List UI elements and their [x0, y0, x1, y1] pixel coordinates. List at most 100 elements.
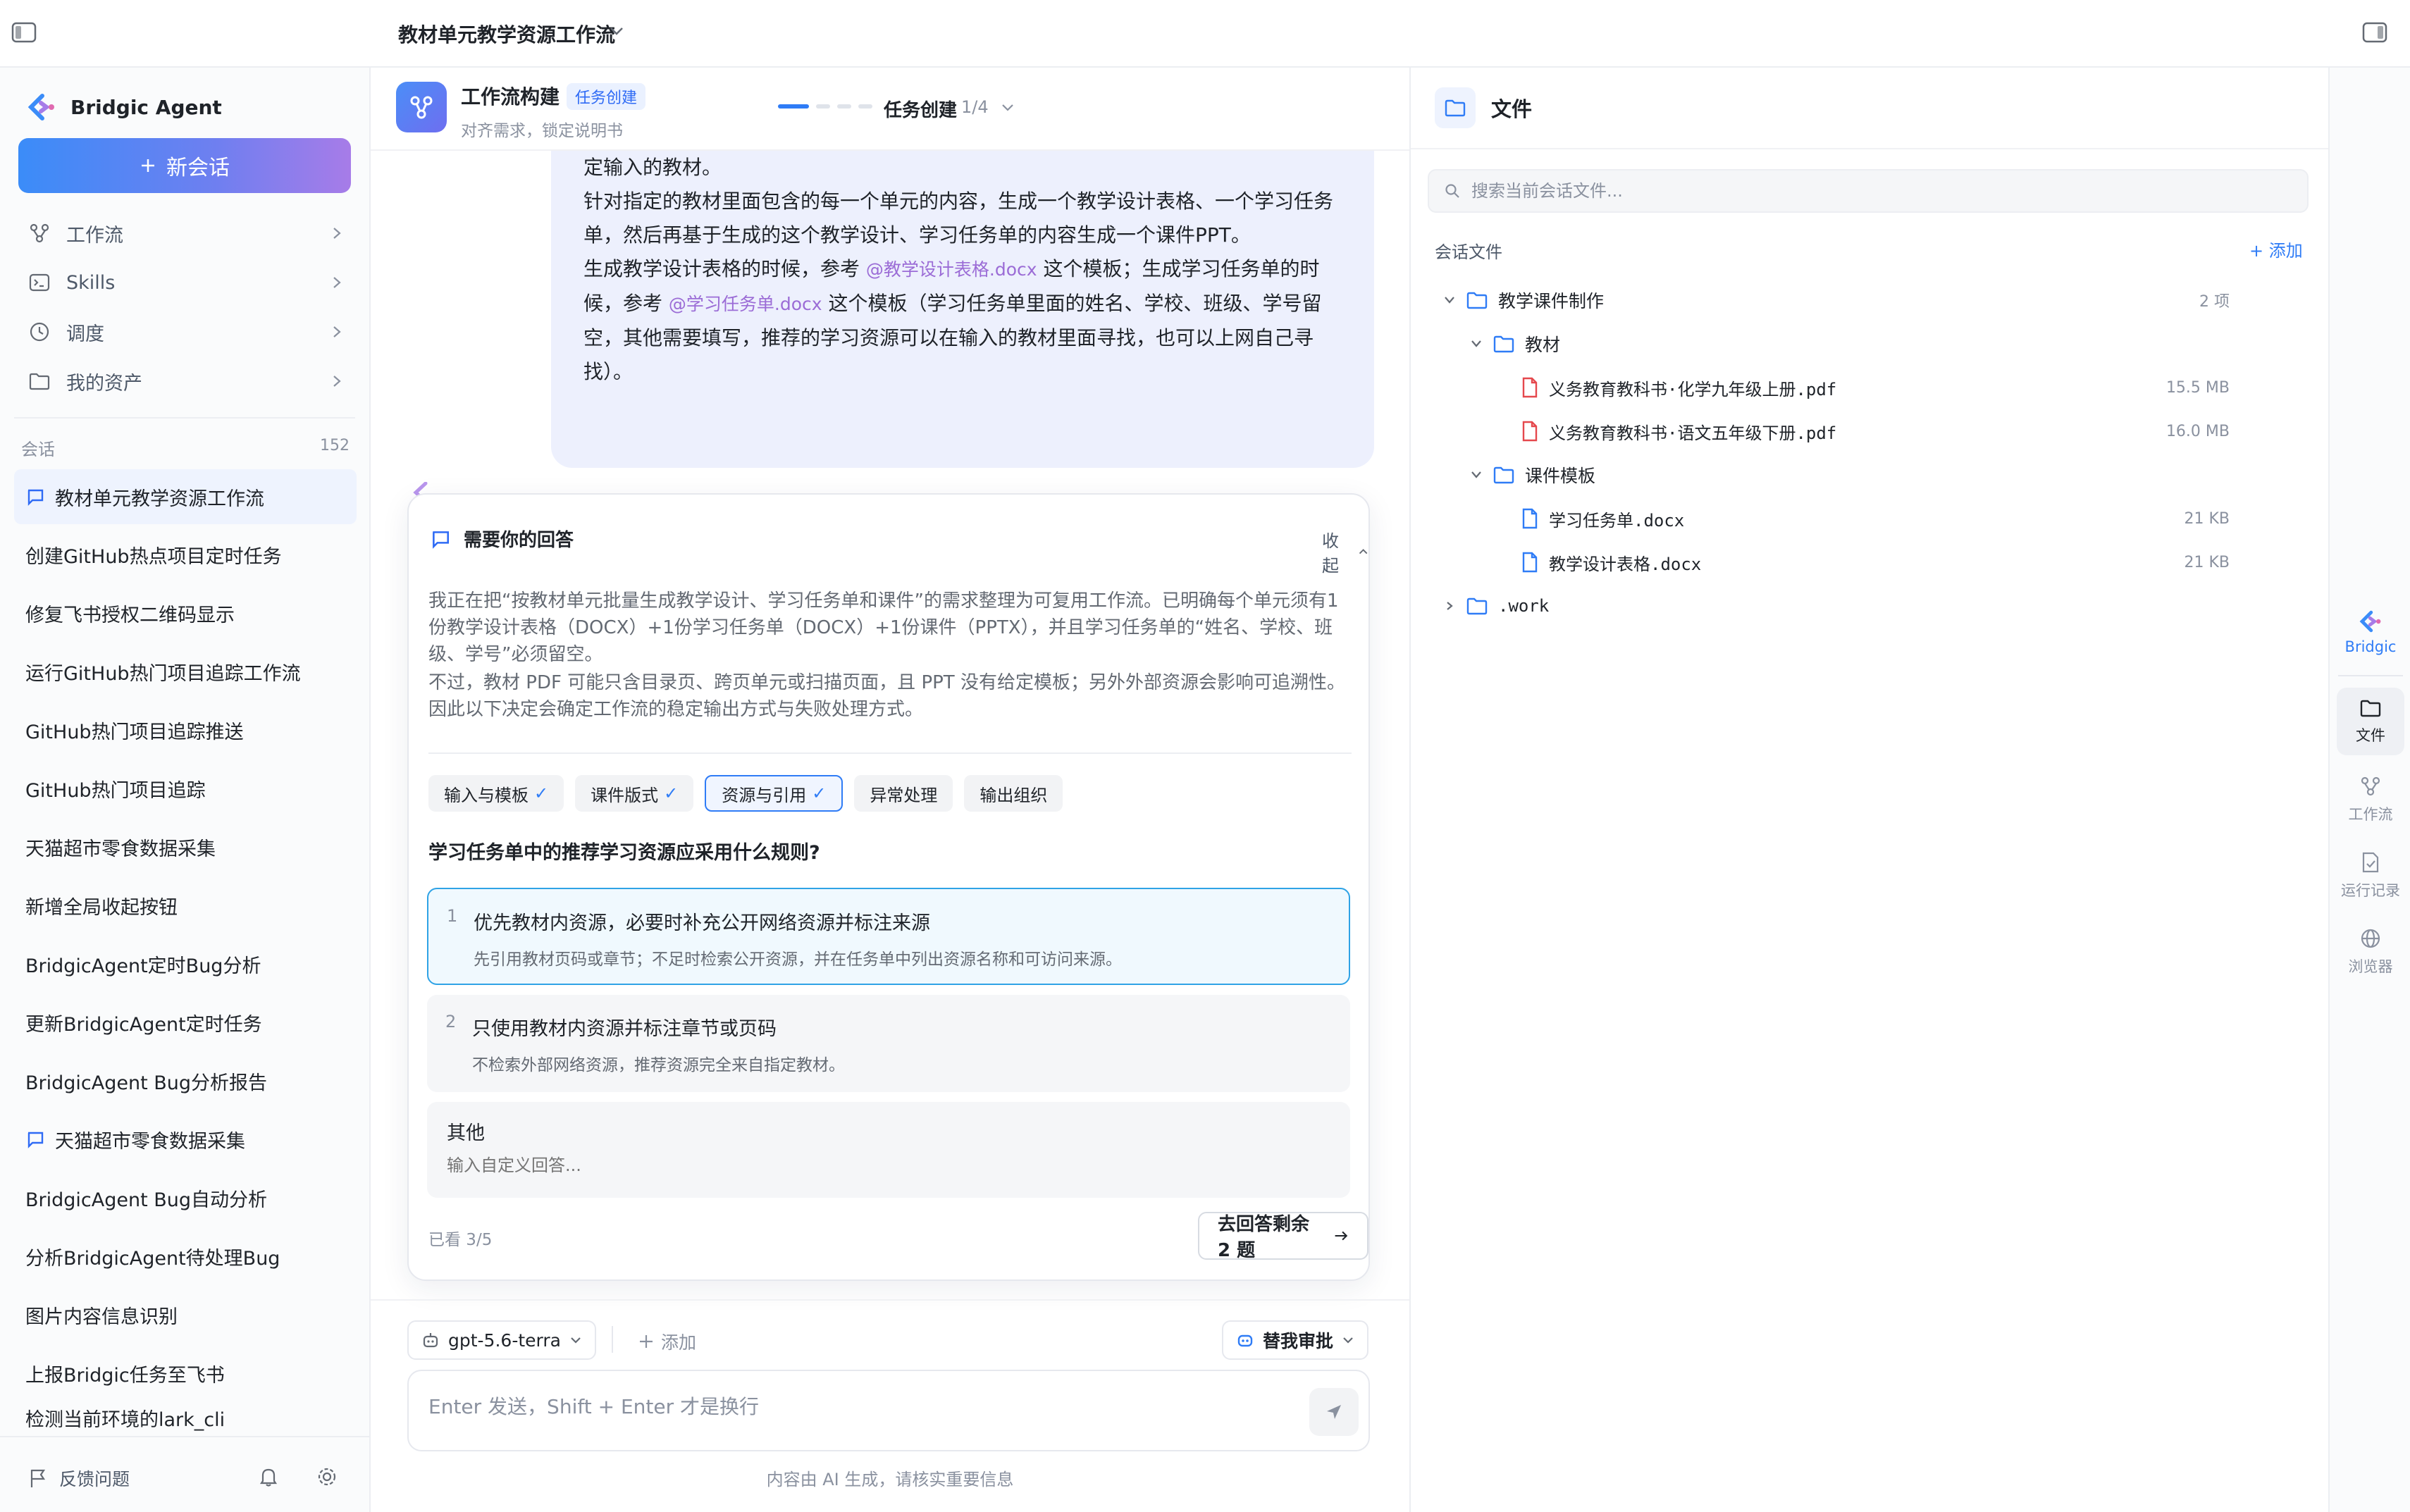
question-tab[interactable]: 异常处理: [854, 775, 953, 812]
question-tab-selected[interactable]: 资源与引用 ✓: [705, 775, 844, 812]
session-item[interactable]: GitHub热门项目追踪: [14, 761, 357, 816]
message-line: 找）。: [583, 360, 634, 383]
chat-bubble-icon: [27, 489, 44, 506]
rail-label: 工作流: [2348, 806, 2393, 823]
file-size: 21 KB: [2184, 509, 2230, 528]
current-step-label[interactable]: 任务创建: [884, 96, 957, 122]
message-line: 针对指定的教材里面包含的每一个单元的内容，生成一个教学设计表格、一个学习任务: [583, 190, 1334, 213]
tree-file-docx[interactable]: 教学设计表格.docx 21 KB: [1521, 541, 2230, 583]
rail-label: 运行记录: [2341, 882, 2400, 899]
session-item[interactable]: 教材单元教学资源工作流: [14, 469, 357, 524]
files-panel: 文件 会话文件 + 添加 教学课件制作 2 项 教材 义务教育教科书·化学九年级…: [1409, 68, 2330, 1512]
feedback-button[interactable]: 反馈问题: [28, 1465, 130, 1491]
rail-item-run-history[interactable]: 运行记录: [2337, 841, 2404, 910]
tree-file-pdf[interactable]: 义务教育教科书·化学九年级上册.pdf 15.5 MB: [1521, 366, 2230, 409]
message-input[interactable]: [428, 1395, 1239, 1418]
rail-item-browser[interactable]: 浏览器: [2337, 917, 2404, 986]
chevron-down-icon[interactable]: [609, 25, 624, 37]
settings-gear-icon[interactable]: [316, 1465, 338, 1488]
folder-icon: [1493, 335, 1514, 353]
session-item[interactable]: BridgicAgent Bug自动分析: [14, 1170, 357, 1225]
tree-file-pdf[interactable]: 义务教育教科书·语文五年级下册.pdf 16.0 MB: [1521, 410, 2230, 452]
session-label: 天猫超市零食数据采集: [55, 1130, 245, 1153]
description-paragraph: 我正在把“按教材单元批量生成教学设计、学习任务单和课件”的需求整理为可复用工作流…: [428, 590, 1339, 665]
session-item[interactable]: 图片内容信息识别: [14, 1287, 357, 1342]
tree-file-docx[interactable]: 学习任务单.docx 21 KB: [1521, 497, 2230, 540]
question-tab[interactable]: 课件版式 ✓: [575, 775, 694, 812]
add-file-button[interactable]: + 添加: [2249, 237, 2303, 261]
collapse-button[interactable]: 收起: [1322, 527, 1368, 576]
check-icon: ✓: [534, 783, 549, 803]
folder-name: 教材: [1525, 335, 1561, 355]
tree-folder[interactable]: 课件模板: [1470, 454, 2230, 496]
tree-folder-root[interactable]: 教学课件制作 2 项: [1443, 279, 2230, 321]
session-item[interactable]: 检测当前环境的lark_cli: [14, 1404, 357, 1436]
custom-answer-input[interactable]: [447, 1155, 1292, 1175]
session-label: 新增全局收起按钮: [25, 896, 178, 919]
tab-label: 输出组织: [980, 785, 1048, 805]
session-item[interactable]: BridgicAgent定时Bug分析: [14, 936, 357, 991]
sidebar-item-assets[interactable]: 我的资产: [14, 358, 357, 404]
chevron-down-icon[interactable]: [1001, 103, 1015, 113]
ai-disclaimer: 内容由 AI 生成，请核实重要信息: [766, 1470, 1014, 1489]
workflow-icon: [30, 223, 49, 243]
session-label: BridgicAgent Bug分析报告: [25, 1072, 268, 1094]
session-item[interactable]: 运行GitHub热门项目追踪工作流: [14, 644, 357, 699]
conversation-title[interactable]: 教材单元教学资源工作流: [398, 20, 615, 48]
answer-option-other[interactable]: 其他: [427, 1102, 1350, 1198]
session-label: 运行GitHub热门项目追踪工作流: [25, 662, 301, 685]
session-item[interactable]: GitHub热门项目追踪推送: [14, 702, 357, 757]
auto-approve-selector[interactable]: 替我审批: [1222, 1320, 1369, 1360]
question-tab[interactable]: 输入与模板 ✓: [428, 775, 564, 812]
option-description: 不检索外部网络资源，推荐资源完全来自指定教材。: [472, 1056, 845, 1074]
chevron-right-icon: [1447, 602, 1453, 610]
session-files-label: 会话文件: [1435, 242, 1502, 262]
session-item[interactable]: 分析BridgicAgent待处理Bug: [14, 1229, 357, 1284]
session-item[interactable]: 天猫超市零食数据采集: [14, 1112, 357, 1167]
rail-item-files[interactable]: 文件: [2337, 688, 2404, 755]
pdf-file-icon: [1522, 421, 1538, 442]
send-button[interactable]: [1309, 1388, 1359, 1436]
file-mention[interactable]: @教学设计表格.docx: [866, 259, 1037, 280]
message-line: 空，其他需要填写，推荐的学习资源可以在输入的教材里面寻找，也可以上网自己寻: [583, 326, 1314, 349]
question-text: 学习任务单中的推荐学习资源应采用什么规则?: [428, 842, 820, 864]
session-label: 检测当前环境的lark_cli: [25, 1409, 225, 1431]
rail-label: 文件: [2356, 727, 2385, 744]
session-item[interactable]: 上报Bridgic任务至飞书: [14, 1346, 357, 1401]
session-item[interactable]: 新增全局收起按钮: [14, 878, 357, 933]
add-attachment-button[interactable]: 添加: [638, 1329, 696, 1354]
new-chat-button[interactable]: 新会话: [18, 138, 351, 193]
sidebar-item-label: Skills: [66, 271, 116, 294]
session-label: 教材单元教学资源工作流: [55, 488, 264, 510]
sidebar-item-skills[interactable]: Skills: [14, 259, 357, 306]
file-mention[interactable]: @学习任务单.docx: [669, 294, 822, 314]
session-item[interactable]: BridgicAgent Bug分析报告: [14, 1053, 357, 1108]
chevron-right-icon: [333, 228, 341, 239]
panel-toggle-icon[interactable]: [2362, 21, 2387, 44]
session-item[interactable]: 更新BridgicAgent定时任务: [14, 995, 357, 1050]
step-counter[interactable]: 1/4: [961, 97, 989, 117]
model-selector[interactable]: gpt-5.6-terra: [407, 1320, 596, 1360]
tree-folder-work[interactable]: .work: [1443, 585, 2230, 627]
sidebar-toggle-icon[interactable]: [11, 21, 37, 44]
answer-remaining-button[interactable]: 去回答剩余 2 题: [1198, 1212, 1368, 1261]
rail-label: Bridgic: [2344, 638, 2397, 655]
brand[interactable]: Bridgic Agent: [27, 93, 222, 121]
answer-option-2[interactable]: 2 只使用教材内资源并标注章节或页码 不检索外部网络资源，推荐资源完全来自指定教…: [427, 995, 1350, 1092]
sidebar-item-schedule[interactable]: 调度: [14, 309, 357, 355]
sidebar-item-workflow[interactable]: 工作流: [14, 210, 357, 256]
answer-option-1[interactable]: 1 优先教材内资源，必要时补充公开网络资源并标注来源 先引用教材页码或章节；不足…: [427, 888, 1350, 985]
option-number: 2: [445, 1012, 457, 1031]
session-item[interactable]: 天猫超市零食数据采集: [14, 819, 357, 874]
files-search-input[interactable]: [1471, 181, 2247, 201]
rail-item-workflow[interactable]: 工作流: [2337, 765, 2404, 834]
rail-item-bridgic[interactable]: Bridgic: [2337, 600, 2404, 665]
session-item[interactable]: 修复飞书授权二维码显示: [14, 585, 357, 640]
tree-folder[interactable]: 教材: [1470, 323, 2230, 365]
robot-icon: [423, 1333, 438, 1348]
bell-icon[interactable]: [258, 1465, 279, 1488]
session-item[interactable]: 创建GitHub热点项目定时任务: [14, 527, 357, 582]
question-tab[interactable]: 输出组织: [964, 775, 1063, 812]
session-label: 图片内容信息识别: [25, 1306, 178, 1328]
chevron-down-icon: [1445, 297, 1454, 304]
